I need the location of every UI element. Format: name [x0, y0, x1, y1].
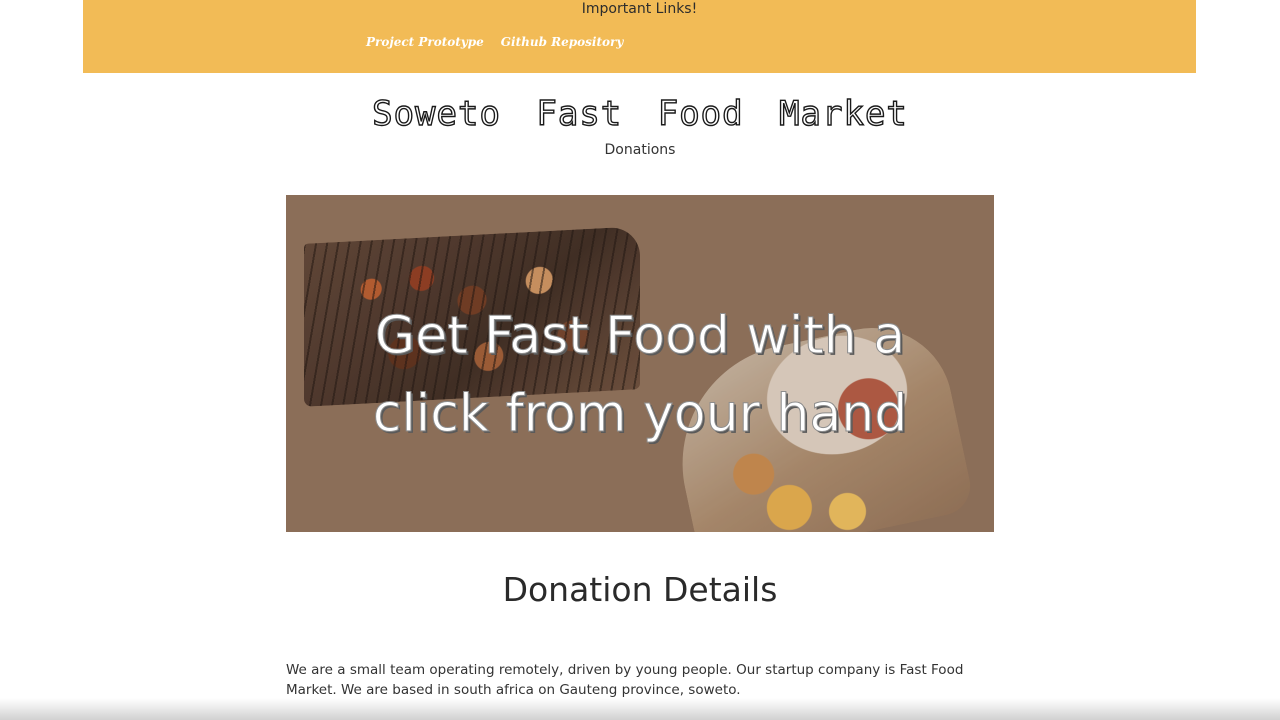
donation-details-heading: Donation Details [502, 570, 778, 609]
banner-links: Project Prototype Github Repository [366, 35, 623, 49]
page-subtitle: Donations [604, 142, 676, 158]
important-links-banner: Important Links! Project Prototype Githu… [83, 0, 1196, 73]
about-paragraph: We are a small team operating remotely, … [286, 662, 964, 698]
hero-headline: Get Fast Food with a click from your han… [372, 306, 908, 445]
bottom-edge-shadow [0, 698, 1280, 720]
project-prototype-link[interactable]: Project Prototype [366, 35, 484, 49]
site-title: Soweto Fast Food Market [371, 93, 908, 134]
hero-banner: Get Fast Food with a click from your han… [286, 195, 994, 532]
banner-title: Important Links! [581, 1, 698, 17]
page: Important Links! Project Prototype Githu… [0, 0, 1280, 720]
github-repository-link[interactable]: Github Repository [501, 35, 624, 49]
